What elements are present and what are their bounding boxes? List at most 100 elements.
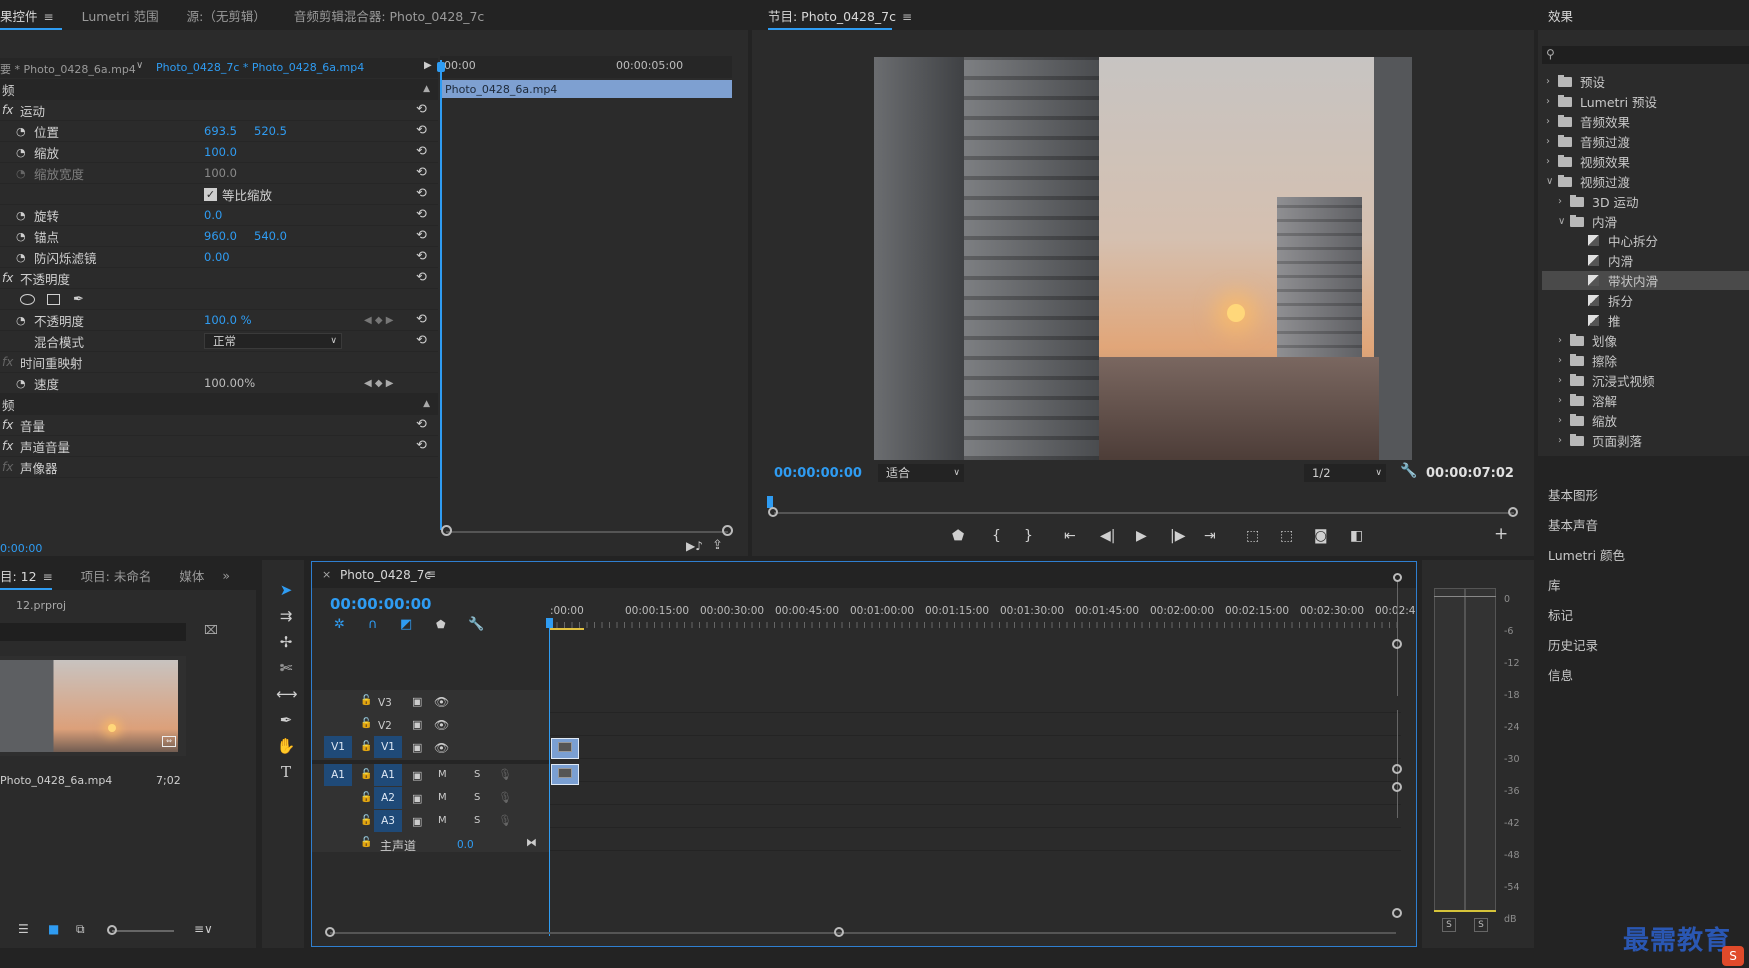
scroll-handle-icon[interactable] [768, 507, 778, 517]
icon-view-icon[interactable]: ■ [48, 922, 59, 936]
effect-controls-timecode[interactable]: 0:00:00 [0, 542, 42, 555]
sync-lock-icon[interactable]: ▣ [412, 718, 422, 731]
insert-overwrite-icon[interactable]: ◩ [400, 617, 412, 632]
source-patch-v1[interactable]: V1 [324, 736, 352, 758]
effect-time-remap[interactable]: fx 时间重映射 [0, 352, 438, 373]
tab-effects[interactable]: 效果 [1538, 6, 1587, 25]
tab-sequence[interactable]: Photo_0428_7c [340, 568, 431, 582]
blend-mode-dropdown[interactable]: 正常 ∨ [204, 333, 342, 349]
collapse-up-icon[interactable]: ▲ [423, 84, 430, 94]
effects-item-presets[interactable]: › 预设 [1546, 72, 1605, 91]
scroll-handle-icon[interactable] [1508, 507, 1518, 517]
stopwatch-icon[interactable]: ◔ [16, 251, 26, 264]
play-icon[interactable]: ▶ [1136, 528, 1147, 544]
anchor-y-value[interactable]: 540.0 [254, 229, 287, 243]
scroll-handle-icon[interactable] [1392, 764, 1402, 774]
scroll-handle-icon[interactable] [1392, 639, 1402, 649]
panel-essential-sound[interactable]: 基本声音 [1548, 511, 1598, 538]
fx-icon[interactable]: fx [2, 103, 13, 117]
stopwatch-active-icon[interactable]: ◔ [16, 314, 26, 327]
work-area-bar[interactable] [549, 628, 584, 630]
property-anchor[interactable]: ◔ 锚点 960.0 540.0 ⟲ [0, 226, 438, 247]
sync-lock-icon[interactable]: ▣ [412, 815, 422, 828]
fit-dropdown[interactable]: 适合 ∨ [878, 464, 964, 482]
effects-item-audio-effects[interactable]: › 音频效果 [1546, 112, 1630, 131]
effects-item-video-effects[interactable]: › 视频效果 [1546, 152, 1630, 171]
mark-in-icon[interactable]: { [992, 528, 1001, 544]
keyframe-nav-icon[interactable]: ◀ ◆ ▶ [364, 378, 393, 389]
scroll-handle-icon[interactable] [441, 525, 452, 536]
effect-panner[interactable]: fx 声像器 [0, 457, 438, 478]
source-clip-name[interactable]: 要 * Photo_0428_6a.mp4 [0, 61, 136, 77]
tab-program[interactable]: 节目: Photo_0428_7c ≡ [752, 6, 926, 25]
effects-item-slide-transition[interactable]: 内滑 [1588, 251, 1633, 270]
effects-item-center-split[interactable]: 中心拆分 [1588, 231, 1658, 250]
hand-tool-icon[interactable]: ✋ [276, 736, 296, 756]
razor-tool-icon[interactable]: ✄ [276, 658, 296, 678]
mini-timeline-ruler[interactable] [440, 56, 732, 78]
track-v2-label[interactable]: V2 [378, 720, 392, 732]
track-a2-label[interactable]: A2 [374, 787, 402, 809]
solo-button[interactable]: S [474, 792, 480, 803]
eye-icon[interactable]: 👁 [434, 718, 449, 732]
mark-out-icon[interactable]: } [1024, 528, 1033, 544]
reset-icon[interactable]: ⟲ [416, 124, 430, 138]
program-timecode-current[interactable]: 00:00:00:00 [774, 466, 862, 481]
property-uniform-scale[interactable]: ✓ 等比缩放 ⟲ [0, 184, 438, 205]
reset-icon[interactable]: ⟲ [416, 145, 430, 159]
scroll-handle-icon[interactable] [325, 927, 335, 937]
mini-playhead[interactable] [440, 60, 442, 530]
add-marker-icon[interactable]: ⬟ [436, 618, 446, 631]
menu-icon[interactable]: ≡ [902, 10, 912, 24]
stopwatch-icon[interactable]: ◔ [16, 230, 26, 243]
lock-icon[interactable]: 🔓 [360, 718, 372, 729]
mute-button[interactable]: M [438, 815, 447, 826]
effects-item-slide[interactable]: ∨ 内滑 [1558, 212, 1617, 231]
solo-left-button[interactable]: S [1442, 918, 1456, 932]
mini-playhead-handle[interactable] [437, 62, 445, 72]
track-select-tool-icon[interactable]: ⇉ [276, 606, 296, 626]
more-panels-icon[interactable]: » [218, 568, 234, 583]
lock-icon[interactable]: 🔓 [360, 695, 372, 706]
property-opacity[interactable]: ◔ 不透明度 100.0 % ◀ ◆ ▶ ⟲ [0, 310, 438, 331]
panel-markers[interactable]: 标记 [1548, 601, 1573, 628]
project-clip-name[interactable]: Photo_0428_6a.mp4 [0, 774, 112, 787]
wrench-icon[interactable]: 🔧 [1400, 463, 1417, 479]
reset-icon[interactable]: ⟲ [416, 187, 430, 201]
property-rotation[interactable]: ◔ 旋转 0.0 ⟲ [0, 205, 438, 226]
export-icon[interactable]: ⇪ [712, 538, 723, 553]
panel-info[interactable]: 信息 [1548, 661, 1573, 688]
microphone-icon[interactable]: 🎙 [498, 814, 512, 827]
source-patch-a1[interactable]: A1 [324, 764, 352, 786]
effects-item-lumetri-presets[interactable]: › Lumetri 预设 [1546, 92, 1657, 111]
lock-icon[interactable]: 🔓 [360, 741, 372, 752]
reset-icon[interactable]: ⟲ [416, 103, 430, 117]
vertical-scroll-handle-icon[interactable] [1393, 573, 1402, 582]
freeform-view-icon[interactable]: ⧉ [76, 922, 85, 937]
fx-icon[interactable]: fx [2, 439, 13, 453]
effects-item-3d-motion[interactable]: › 3D 运动 [1558, 192, 1639, 211]
lock-icon[interactable]: 🔓 [360, 815, 372, 826]
ripple-edit-tool-icon[interactable]: ✢ [276, 632, 296, 652]
step-back-icon[interactable]: ◀| [1100, 528, 1115, 544]
opacity-value[interactable]: 100.0 % [204, 313, 252, 327]
effects-item-band-slide[interactable]: 带状内滑 [1588, 271, 1658, 290]
tab-source[interactable]: 源:（无剪辑） [173, 6, 280, 25]
resolution-dropdown[interactable]: 1/2 ∨ [1304, 464, 1386, 482]
reset-icon[interactable]: ⟲ [416, 418, 430, 432]
lift-icon[interactable]: ⬚ [1246, 528, 1259, 544]
new-bin-icon[interactable]: ⌧ [204, 623, 218, 637]
eye-icon[interactable]: 👁 [434, 741, 449, 755]
fx-icon[interactable]: fx [2, 418, 13, 432]
program-scrubber[interactable] [774, 512, 1514, 514]
effect-motion[interactable]: fx 运动 ⟲ [0, 100, 438, 121]
go-to-in-icon[interactable]: ⇤ [1064, 528, 1076, 544]
camera-icon[interactable]: ◙ [1314, 528, 1328, 544]
reset-icon[interactable]: ⟲ [416, 250, 430, 264]
master-volume-value[interactable]: 0.0 [457, 839, 474, 851]
panel-essential-graphics[interactable]: 基本图形 [1548, 481, 1598, 508]
effect-volume[interactable]: fx 音量 ⟲ [0, 415, 438, 436]
scale-value[interactable]: 100.0 [204, 145, 237, 159]
add-button-icon[interactable]: + [1494, 524, 1508, 544]
video-clip-v1[interactable] [551, 738, 579, 759]
